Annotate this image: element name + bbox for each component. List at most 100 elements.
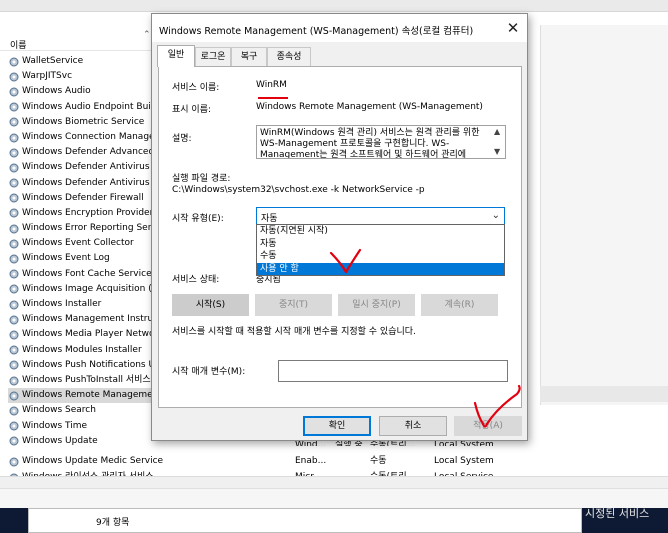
general-tab-panel: 서비스 이름: WinRM 표시 이름: Windows Remote Mana… — [158, 66, 522, 408]
service-row[interactable]: Windows Image Acquisition (V — [8, 282, 168, 297]
service-row[interactable]: Windows Encryption Provider — [8, 206, 168, 221]
service-row[interactable]: Windows Search — [8, 403, 168, 418]
gear-icon — [9, 72, 19, 82]
service-name: Windows Defender Antivirus N — [22, 162, 160, 173]
service-properties-dialog: Windows Remote Management (WS-Management… — [151, 13, 528, 441]
service-row[interactable]: Windows Modules Installer — [8, 343, 168, 358]
gear-icon — [9, 57, 19, 67]
item-count-status: 9개 항목 — [96, 518, 130, 528]
scroll-up-icon[interactable]: ▲ — [494, 127, 500, 136]
description-text: WinRM(Windows 원격 관리) 서비스는 원격 관리를 위한 WS-M… — [260, 128, 480, 159]
column-name-label[interactable]: 이름 — [10, 38, 27, 51]
service-name-label: 서비스 이름: — [172, 83, 220, 93]
service-row[interactable]: Windows Biometric Service — [8, 115, 168, 130]
service-row[interactable]: Windows Installer — [8, 297, 168, 312]
service-row[interactable]: Windows Defender Firewall — [8, 191, 168, 206]
service-row[interactable]: Windows Audio — [8, 84, 168, 99]
service-row[interactable]: Windows PushToInstall 서비스 — [8, 373, 168, 388]
service-row[interactable]: Windows Defender Antivirus S — [8, 176, 168, 191]
description-box[interactable]: WinRM(Windows 원격 관리) 서비스는 원격 관리를 위한 WS-M… — [256, 125, 506, 159]
service-row[interactable]: Windows Management Instrur — [8, 312, 168, 327]
service-row[interactable]: WarpJITSvc — [8, 69, 168, 84]
service-name: Windows Event Log — [22, 253, 110, 264]
service-row[interactable]: Windows Error Reporting Serv — [8, 221, 168, 236]
service-row[interactable]: WalletService — [8, 54, 168, 69]
gear-icon — [9, 284, 19, 294]
cell-logon: Local System — [434, 456, 494, 466]
start-params-label: 시작 매개 변수(M): — [172, 367, 246, 377]
service-name: Windows Image Acquisition (V — [22, 283, 158, 294]
apply-button[interactable]: 적용(A) — [454, 416, 522, 436]
gear-icon — [9, 87, 19, 97]
display-name-label: 표시 이름: — [172, 105, 212, 115]
service-name: Windows Remote Managemen — [22, 390, 159, 401]
tab-logon[interactable]: 로그온 — [195, 47, 231, 66]
service-row[interactable]: Windows Event Log — [8, 251, 168, 266]
service-name-value: WinRM — [256, 80, 287, 90]
service-name: Windows Biometric Service — [22, 116, 145, 127]
startup-option-delayed[interactable]: 자동(지연된 시작) — [257, 225, 504, 238]
service-list: WalletService WarpJITSvc Windows Audio Wind… — [8, 54, 168, 449]
service-row[interactable]: Windows Remote Managemen — [8, 388, 168, 404]
tab-recovery[interactable]: 복구 — [231, 47, 267, 66]
service-status-label: 서비스 상태: — [172, 275, 220, 285]
service-name: Windows Search — [22, 405, 96, 416]
dialog-titlebar[interactable]: Windows Remote Management (WS-Management… — [152, 14, 527, 42]
tab-general[interactable]: 일반 — [157, 45, 195, 67]
start-params-input[interactable] — [278, 360, 508, 382]
taskbar-caption: 시정된 서비스 — [585, 507, 650, 520]
service-row[interactable]: Windows Defender Antivirus N — [8, 160, 168, 175]
service-name: Windows Media Player Netwo — [22, 329, 155, 340]
startup-type-select[interactable]: 자동 ⌄ — [256, 207, 505, 225]
startup-type-value: 자동 — [261, 214, 278, 224]
start-button[interactable]: 시작(S) — [172, 294, 249, 316]
sort-caret-icon: ⌃ — [143, 30, 151, 40]
tab-dependencies[interactable]: 종속성 — [267, 47, 311, 66]
service-row[interactable]: Windows Connection Manage — [8, 130, 168, 145]
startup-option-auto[interactable]: 자동 — [257, 238, 504, 251]
gear-icon — [9, 224, 19, 234]
service-name: Windows Font Cache Service — [22, 268, 152, 279]
gear-icon — [9, 239, 19, 249]
gear-icon — [9, 330, 19, 340]
gear-icon — [9, 208, 19, 218]
service-row[interactable]: Windows Time — [8, 419, 168, 434]
horizontal-scrollbar[interactable] — [0, 476, 668, 488]
startup-option-manual[interactable]: 수동 — [257, 250, 504, 263]
right-panel-highlight-row — [540, 386, 668, 402]
service-row[interactable]: Windows Font Cache Service — [8, 267, 168, 282]
service-name: Windows Time — [22, 420, 88, 431]
chevron-down-icon[interactable]: ⌄ — [492, 210, 500, 221]
service-name: WarpJITSvc — [22, 71, 73, 82]
scroll-down-icon[interactable]: ▼ — [494, 147, 500, 156]
ok-button[interactable]: 확인 — [303, 416, 371, 436]
service-name: Windows Encryption Provider — [22, 207, 154, 218]
description-scrollbar[interactable]: ▲ ▼ — [492, 126, 505, 158]
service-name: Windows Connection Manage — [22, 131, 155, 142]
table-row[interactable]: Windows Update Medic Service Enab... 수동 … — [8, 454, 548, 470]
startup-type-label: 시작 유형(E): — [172, 214, 224, 224]
service-row[interactable]: Windows Media Player Netwo — [8, 327, 168, 342]
startup-option-disabled[interactable]: 사용 안 함 — [257, 262, 504, 275]
display-name-value: Windows Remote Management (WS-Management… — [256, 102, 483, 112]
service-row[interactable]: Windows Push Notifications U — [8, 358, 168, 373]
service-row[interactable]: Windows Audio Endpoint Buil — [8, 100, 168, 115]
stop-button[interactable]: 중지(T) — [255, 294, 332, 316]
service-row[interactable]: Windows Defender Advanced — [8, 145, 168, 160]
cancel-button[interactable]: 취소 — [379, 416, 447, 436]
service-name: Windows Management Instrur — [22, 314, 157, 325]
close-icon[interactable]: ✕ — [502, 17, 524, 39]
startup-type-dropdown: 자동(지연된 시작) 자동 수동 사용 안 함 — [256, 224, 505, 276]
gear-icon — [9, 269, 19, 279]
gear-icon — [9, 421, 19, 431]
right-panel — [540, 25, 668, 405]
service-name: Windows Push Notifications U — [22, 359, 156, 370]
exe-path-label: 실행 파일 경로: — [172, 174, 231, 184]
gear-icon — [9, 376, 19, 386]
service-row[interactable]: Windows Event Collector — [8, 236, 168, 251]
resume-button[interactable]: 계속(R) — [421, 294, 498, 316]
service-name: Windows Installer — [22, 299, 102, 309]
pause-button[interactable]: 일시 중지(P) — [338, 294, 415, 316]
start-params-hint: 서비스를 시작할 때 적용할 시작 매개 변수를 지정할 수 있습니다. — [172, 327, 416, 337]
service-name: Windows Audio Endpoint Buil — [22, 101, 154, 112]
